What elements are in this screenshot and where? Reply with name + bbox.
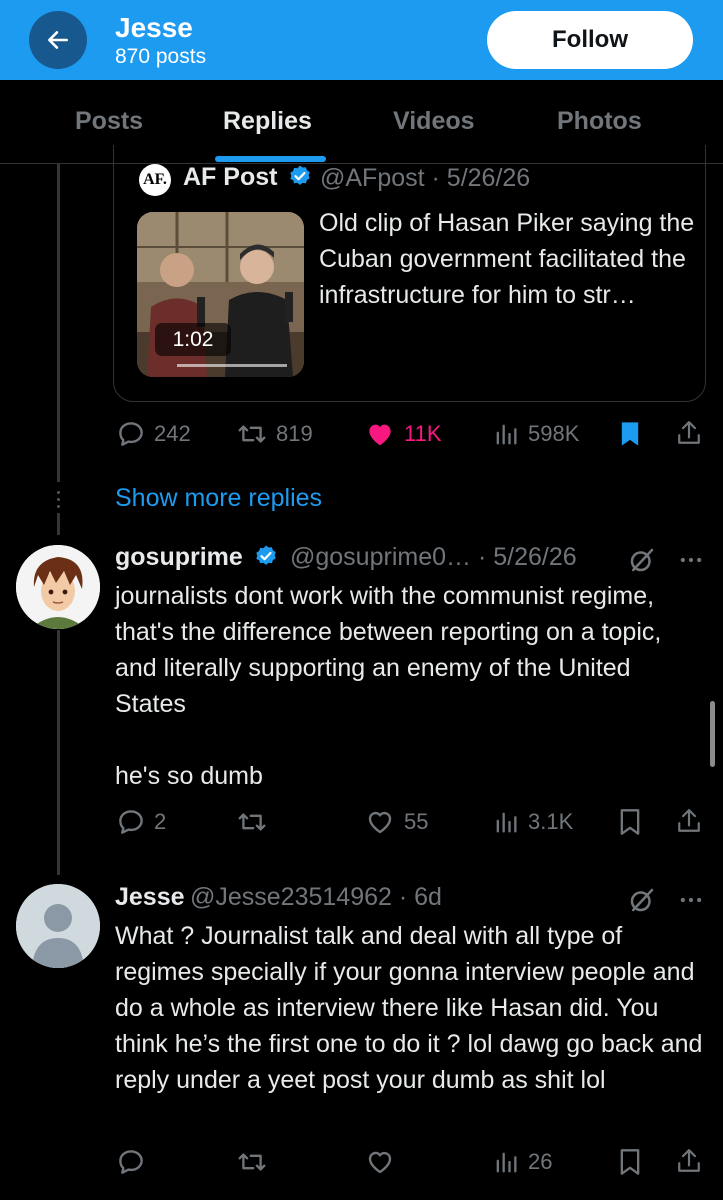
- post-author-name[interactable]: Jesse: [115, 883, 185, 912]
- bookmark-icon: [620, 809, 640, 835]
- quoted-post-text: Old clip of Hasan Piker saying the Cuban…: [319, 209, 695, 309]
- profile-header: Jesse 870 posts Follow: [0, 0, 723, 80]
- grok-button[interactable]: [627, 885, 657, 920]
- reply-icon: [119, 1150, 143, 1174]
- reply-count: 2: [154, 809, 167, 834]
- tab-videos[interactable]: Videos: [393, 107, 475, 136]
- share-button[interactable]: [676, 418, 702, 453]
- post-text: journalists dont work with the communist…: [115, 582, 662, 790]
- views-action[interactable]: 3.1K: [492, 807, 573, 837]
- share-icon: [678, 1149, 700, 1172]
- grok-icon: [630, 548, 654, 572]
- more-dots-icon: [680, 557, 702, 563]
- reply-action[interactable]: [116, 1147, 154, 1177]
- avatar[interactable]: [16, 545, 100, 629]
- tab-replies[interactable]: Replies: [223, 107, 312, 136]
- post-handle-date: @Jesse23514962 · 6d: [190, 883, 442, 911]
- repost-icon: [238, 425, 266, 443]
- tab-posts[interactable]: Posts: [75, 107, 143, 136]
- repost-action[interactable]: 819: [236, 419, 313, 449]
- views-action[interactable]: 598K: [492, 419, 579, 449]
- avatar[interactable]: [16, 884, 100, 968]
- like-action[interactable]: 55: [364, 807, 428, 837]
- views-action[interactable]: 26: [492, 1147, 552, 1177]
- post-handle-date: @gosuprime0… · 5/26/26: [290, 543, 577, 571]
- anime-avatar-image: [16, 545, 100, 629]
- tab-photos[interactable]: Photos: [557, 107, 642, 136]
- heart-icon: [368, 1151, 392, 1174]
- like-count: 11K: [404, 421, 442, 446]
- show-more-replies-link[interactable]: Show more replies: [115, 484, 322, 513]
- share-button[interactable]: [676, 1146, 702, 1181]
- post-count: 870 posts: [115, 45, 207, 68]
- share-icon: [678, 809, 700, 832]
- views-icon: [496, 812, 517, 833]
- thread-gap-dot: [57, 505, 60, 508]
- bookmark-filled-icon: [621, 422, 639, 446]
- repost-icon: [238, 813, 266, 831]
- reply-action[interactable]: 2: [116, 807, 166, 837]
- more-dots-icon: [680, 897, 702, 903]
- repost-action[interactable]: [236, 807, 276, 837]
- thread-gap-dot: [57, 491, 60, 494]
- repost-action[interactable]: [236, 1147, 276, 1177]
- arrow-left-icon: [48, 31, 68, 49]
- bookmark-button[interactable]: [616, 1146, 644, 1183]
- thread-gap-dot: [57, 498, 60, 501]
- post-text: What ? Journalist talk and deal with all…: [115, 922, 703, 1094]
- views-icon: [496, 1152, 517, 1173]
- back-button[interactable]: [29, 11, 87, 69]
- views-icon: [496, 424, 517, 445]
- thread-line: [57, 164, 60, 482]
- video-duration-badge: 1:02: [155, 323, 231, 356]
- post-author-name[interactable]: gosuprime: [115, 543, 278, 572]
- views-count: 3.1K: [528, 809, 574, 834]
- repost-count: 819: [276, 421, 313, 446]
- quoted-avatar: AF.: [139, 164, 171, 196]
- verified-badge-icon: [256, 545, 276, 565]
- grok-icon: [630, 888, 654, 912]
- repost-icon: [238, 1153, 266, 1171]
- bookmark-button[interactable]: [616, 806, 644, 843]
- bookmark-button[interactable]: [616, 418, 644, 455]
- like-count: 55: [404, 809, 429, 834]
- views-count: 598K: [528, 421, 580, 446]
- heart-icon: [368, 811, 392, 834]
- like-action[interactable]: 11K: [364, 419, 442, 449]
- more-options-button[interactable]: [677, 886, 705, 919]
- reply-action[interactable]: 242: [116, 419, 191, 449]
- thread-line: [57, 630, 60, 875]
- heart-filled-icon: [369, 424, 391, 446]
- views-count: 26: [528, 1149, 553, 1174]
- share-button[interactable]: [676, 806, 702, 841]
- share-icon: [678, 421, 700, 444]
- thread-line: [57, 513, 60, 535]
- quoted-handle-date: @AFpost · 5/26/26: [320, 164, 531, 192]
- scrollbar[interactable]: [710, 701, 715, 767]
- profile-name: Jesse: [115, 12, 193, 43]
- reply-icon: [119, 810, 143, 834]
- reply-icon: [119, 422, 143, 446]
- default-avatar-icon: [16, 884, 100, 968]
- bookmark-icon: [620, 1149, 640, 1175]
- like-action[interactable]: [364, 1147, 404, 1177]
- quoted-author-name: AF Post: [183, 163, 312, 192]
- post-author-label: gosuprime: [115, 543, 243, 571]
- grok-button[interactable]: [627, 545, 657, 580]
- more-options-button[interactable]: [677, 546, 705, 579]
- follow-button[interactable]: Follow: [487, 11, 693, 69]
- reply-count: 242: [154, 421, 191, 446]
- quoted-author-label: AF Post: [183, 163, 278, 191]
- verified-badge-icon: [290, 165, 311, 185]
